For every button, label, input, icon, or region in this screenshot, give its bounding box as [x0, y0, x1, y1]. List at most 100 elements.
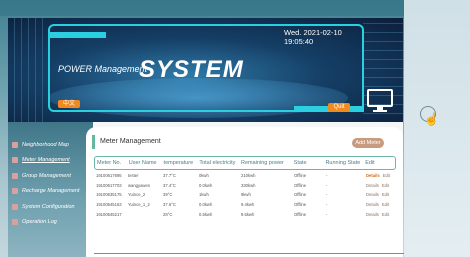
cell-user: Yuince_2: [128, 192, 146, 198]
group-icon: [12, 172, 18, 179]
details-link[interactable]: Details: [366, 183, 379, 188]
map-icon: [12, 142, 18, 148]
sidebar-item-group-management[interactable]: Group Management: [10, 171, 88, 186]
cell-user: Yuince_1_2: [128, 202, 150, 208]
cell-edit: Details Edit: [366, 202, 396, 207]
quit-button[interactable]: Quit: [328, 103, 350, 112]
sidebar-item-label: Group Management: [22, 172, 71, 179]
gear-icon: [12, 203, 18, 210]
log-icon: [12, 218, 18, 225]
edit-link[interactable]: Edit: [383, 173, 390, 178]
cell-total: 1kwh: [199, 192, 209, 198]
cell-state: Offline: [294, 182, 307, 188]
cell-meter-no: 19100645217: [96, 211, 122, 217]
cell-state: Offline: [294, 173, 307, 179]
column-header: temperature: [163, 160, 194, 166]
sidebar-item-label: System Configuration: [22, 203, 75, 210]
column-header: Running State: [325, 160, 361, 166]
details-link[interactable]: Details: [366, 212, 379, 217]
table-row: 19100635175 Yuince_2 39°C 1kwh 9kwh Offl…: [94, 190, 396, 200]
edit-link[interactable]: Edit: [382, 202, 389, 207]
cell-temperature: 37.7°C: [163, 173, 176, 179]
sidebar-nav: Neighborhood Map Meter Management Group …: [10, 140, 88, 232]
table-row: 19100645217 28°C 0.5kwh 9.5kwh Offline -…: [94, 209, 396, 219]
sidebar-item-label: Meter Management: [22, 157, 70, 164]
details-link[interactable]: Details: [366, 202, 379, 207]
panel-header: Meter Management: [92, 135, 161, 149]
cell-running: -: [326, 192, 328, 198]
column-header: State: [293, 160, 307, 166]
details-link[interactable]: Details: [366, 173, 380, 178]
column-header: Total electricity: [199, 160, 236, 166]
sidebar-item-operation-log[interactable]: Operation Log: [10, 217, 88, 232]
hand-cursor-icon: ☝: [424, 112, 439, 126]
column-header: User Name: [128, 160, 157, 166]
cell-running: -: [326, 211, 328, 217]
column-header: Edit: [365, 160, 375, 166]
sidebar-item-system-configuration[interactable]: System Configuration: [10, 202, 88, 217]
cell-meter-no: 19100617695: [96, 173, 122, 179]
cell-total: 0.5kwh: [199, 211, 213, 217]
cell-state: Offline: [294, 202, 307, 208]
meter-management-panel: Meter Management Add Meter Meter No. Use…: [86, 127, 403, 257]
table-row: 19100645163 Yuince_1_2 37.6°C 0.0kwh 9.4…: [94, 200, 396, 210]
cell-remaining: 330kwh: [241, 182, 256, 188]
cell-running: -: [326, 202, 328, 208]
sidebar-item-meter-management[interactable]: Meter Management: [10, 155, 88, 170]
cell-running: -: [326, 182, 328, 188]
details-link[interactable]: Details: [366, 192, 379, 197]
table-row: 19100617703 wangyawen 37.4°C 0.0kwh 330k…: [94, 181, 396, 191]
cell-meter-no: 19100635175: [96, 192, 122, 198]
window-top-strip: [0, 0, 470, 16]
meter-icon: [12, 157, 18, 164]
column-header: Meter No.: [97, 160, 122, 166]
cell-user: tester: [128, 173, 139, 179]
cell-edit: Details Edit: [366, 192, 396, 197]
cell-edit: Details Edit: [366, 173, 396, 178]
cell-remaining: 9kwh: [241, 192, 251, 198]
cell-edit: Details Edit: [366, 183, 396, 188]
cell-remaining: 9.5kwh: [241, 211, 255, 217]
sidebar-item-label: Recharge Management: [22, 188, 80, 195]
cell-meter-no: 19100617703: [96, 182, 122, 188]
table-header: Meter No. User Name temperature Total el…: [94, 156, 396, 170]
divider: [94, 253, 404, 254]
cell-total: 0.0kwh: [199, 182, 213, 188]
cell-temperature: 39°C: [163, 192, 173, 198]
right-side-panel: [404, 0, 470, 257]
sidebar-item-label: Operation Log: [22, 218, 57, 225]
edit-link[interactable]: Edit: [382, 183, 389, 188]
table-body: 19100617695 tester 37.7°C 0kwh 210kwh Of…: [94, 171, 396, 219]
cell-remaining: 210kwh: [241, 173, 256, 179]
header-banner: Wed. 2021-02-10 19:05:40 POWER Managemen…: [8, 18, 403, 122]
cell-total: 0kwh: [199, 173, 209, 179]
cell-remaining: 9.4kwh: [241, 202, 255, 208]
sidebar-item-recharge-management[interactable]: Recharge Management: [10, 186, 88, 201]
cell-meter-no: 19100645163: [96, 202, 122, 208]
add-meter-button[interactable]: Add Meter: [352, 138, 384, 148]
cell-state: Offline: [294, 192, 307, 198]
column-header: Remaining power: [241, 160, 284, 166]
datetime-display: Wed. 2021-02-10 19:05:40: [284, 28, 342, 46]
system-title: SYSTEM: [139, 56, 244, 83]
sidebar-item-neighborhood-map[interactable]: Neighborhood Map: [10, 140, 88, 155]
page-title: Meter Management: [100, 138, 161, 145]
edit-link[interactable]: Edit: [382, 212, 389, 217]
table-row: 19100617695 tester 37.7°C 0kwh 210kwh Of…: [94, 171, 396, 181]
cell-temperature: 37.6°C: [163, 202, 176, 208]
monitor-icon[interactable]: [365, 88, 395, 114]
brand-title: POWER Management: [58, 64, 148, 74]
cell-edit: Details Edit: [366, 212, 396, 217]
circuit-decoration-left: [8, 18, 48, 122]
language-button[interactable]: 中文: [58, 100, 80, 108]
recharge-icon: [12, 188, 18, 195]
cell-temperature: 37.4°C: [163, 182, 176, 188]
cell-user: wangyawen: [128, 182, 151, 188]
cell-state: Offline: [294, 211, 307, 217]
sidebar-item-label: Neighborhood Map: [22, 142, 69, 148]
cell-total: 0.0kwh: [199, 202, 213, 208]
edit-link[interactable]: Edit: [382, 192, 389, 197]
cell-running: -: [326, 173, 328, 179]
cell-temperature: 28°C: [163, 211, 173, 217]
frame-accent-top: [48, 32, 106, 38]
